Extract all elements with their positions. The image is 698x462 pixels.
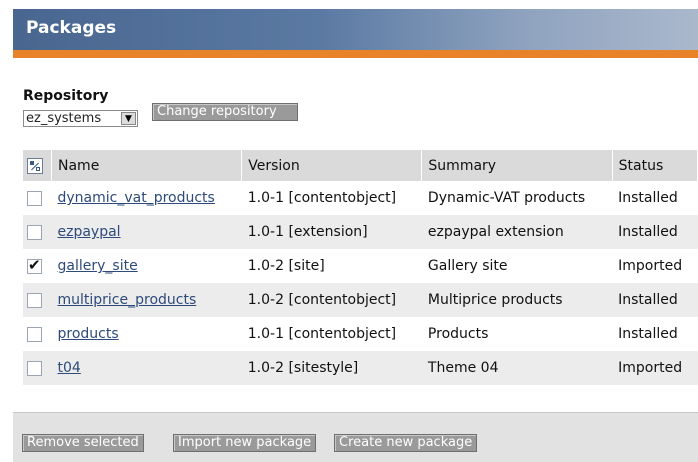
package-name-cell: ezpaypal: [51, 215, 242, 249]
table-row: dynamic_vat_products 1.0-1 [contentobject…: [23, 181, 698, 215]
package-name-link[interactable]: multiprice_products: [58, 292, 197, 308]
package-status-cell: Installed: [612, 317, 698, 351]
panel-header: Packages: [13, 9, 698, 50]
package-version-cell: 1.0-1 [extension]: [241, 215, 422, 249]
package-status-cell: Installed: [612, 215, 698, 249]
row-checkbox[interactable]: [27, 292, 42, 308]
column-header-name[interactable]: Name: [51, 150, 243, 181]
change-repository-button[interactable]: Change repository: [152, 103, 298, 121]
remove-selected-button[interactable]: Remove selected: [22, 434, 144, 452]
package-status-cell: Imported: [612, 351, 698, 385]
row-checkbox-cell: [23, 181, 52, 215]
row-checkbox[interactable]: [27, 190, 42, 206]
repository-select[interactable]: ez_systems ▼: [23, 110, 138, 127]
package-name-cell: multiprice_products: [51, 283, 242, 317]
column-header-version[interactable]: Version: [241, 150, 423, 181]
package-name-link[interactable]: dynamic_vat_products: [58, 190, 215, 206]
column-header-status[interactable]: Status: [612, 150, 698, 181]
packages-table: Name Version Summary Status dynamic_vat_…: [23, 150, 698, 385]
row-checkbox-cell: [23, 317, 52, 351]
package-name-link[interactable]: gallery_site: [58, 258, 138, 274]
action-bar: Remove selected Import new package Creat…: [13, 412, 698, 462]
row-checkbox-cell: [23, 215, 52, 249]
package-summary-cell: Multiprice products: [421, 283, 613, 317]
column-header-summary[interactable]: Summary: [421, 150, 613, 181]
row-checkbox[interactable]: [27, 224, 42, 240]
row-checkbox[interactable]: [27, 256, 42, 274]
accent-bar: [13, 50, 698, 58]
package-summary-cell: Products: [421, 317, 613, 351]
select-all-header: [23, 150, 52, 181]
table-row: multiprice_products 1.0-2 [contentobject]…: [23, 283, 698, 317]
packages-panel: Packages Repository ez_systems ▼ Change …: [13, 9, 698, 462]
row-checkbox[interactable]: [27, 326, 42, 342]
package-name-link[interactable]: ezpaypal: [58, 224, 121, 240]
table-row: gallery_site 1.0-2 [site]Gallery siteImpo…: [23, 249, 698, 283]
table-row: t04 1.0-2 [sitestyle] Theme 04 Imported: [23, 351, 698, 385]
repository-label: Repository: [23, 88, 109, 104]
package-name-link[interactable]: t04: [58, 360, 81, 376]
package-name-cell: products: [51, 317, 242, 351]
page-title: Packages: [26, 18, 117, 38]
toggle-selection-icon[interactable]: [27, 157, 43, 174]
package-name-cell: dynamic_vat_products: [51, 181, 242, 215]
package-name-cell: t04: [51, 351, 242, 385]
package-version-cell: 1.0-2 [sitestyle]: [241, 351, 422, 385]
package-name-link[interactable]: products: [58, 326, 119, 342]
package-version-cell: 1.0-2 [site]: [241, 249, 422, 283]
row-checkbox-cell: [23, 249, 52, 283]
table-body: dynamic_vat_products 1.0-1 [contentobject…: [23, 181, 698, 385]
row-checkbox[interactable]: [27, 360, 42, 376]
package-status-cell: Installed: [612, 283, 698, 317]
row-checkbox-cell: [23, 351, 52, 385]
package-status-cell: Installed: [612, 181, 698, 215]
package-name-cell: gallery_site: [51, 249, 242, 283]
package-summary-cell: Dynamic-VAT products: [421, 181, 613, 215]
package-summary-cell: Theme 04: [421, 351, 613, 385]
table-header-row: Name Version Summary Status: [23, 150, 698, 181]
table-row: ezpaypal 1.0-1 [extension] ezpaypal extens…: [23, 215, 698, 249]
package-version-cell: 1.0-2 [contentobject]: [241, 283, 422, 317]
create-package-button[interactable]: Create new package: [334, 434, 478, 452]
package-version-cell: 1.0-1 [contentobject]: [241, 181, 422, 215]
repository-select-value: ez_systems: [26, 111, 102, 126]
import-package-button[interactable]: Import new package: [173, 434, 317, 452]
package-status-cell: Imported: [612, 249, 698, 283]
package-summary-cell: Gallery site: [421, 249, 613, 283]
row-checkbox-cell: [23, 283, 52, 317]
table-row: products 1.0-1 [contentobject] Products Ins…: [23, 317, 698, 351]
chevron-down-icon[interactable]: ▼: [121, 112, 136, 125]
package-summary-cell: ezpaypal extension: [421, 215, 613, 249]
package-version-cell: 1.0-1 [contentobject]: [241, 317, 422, 351]
